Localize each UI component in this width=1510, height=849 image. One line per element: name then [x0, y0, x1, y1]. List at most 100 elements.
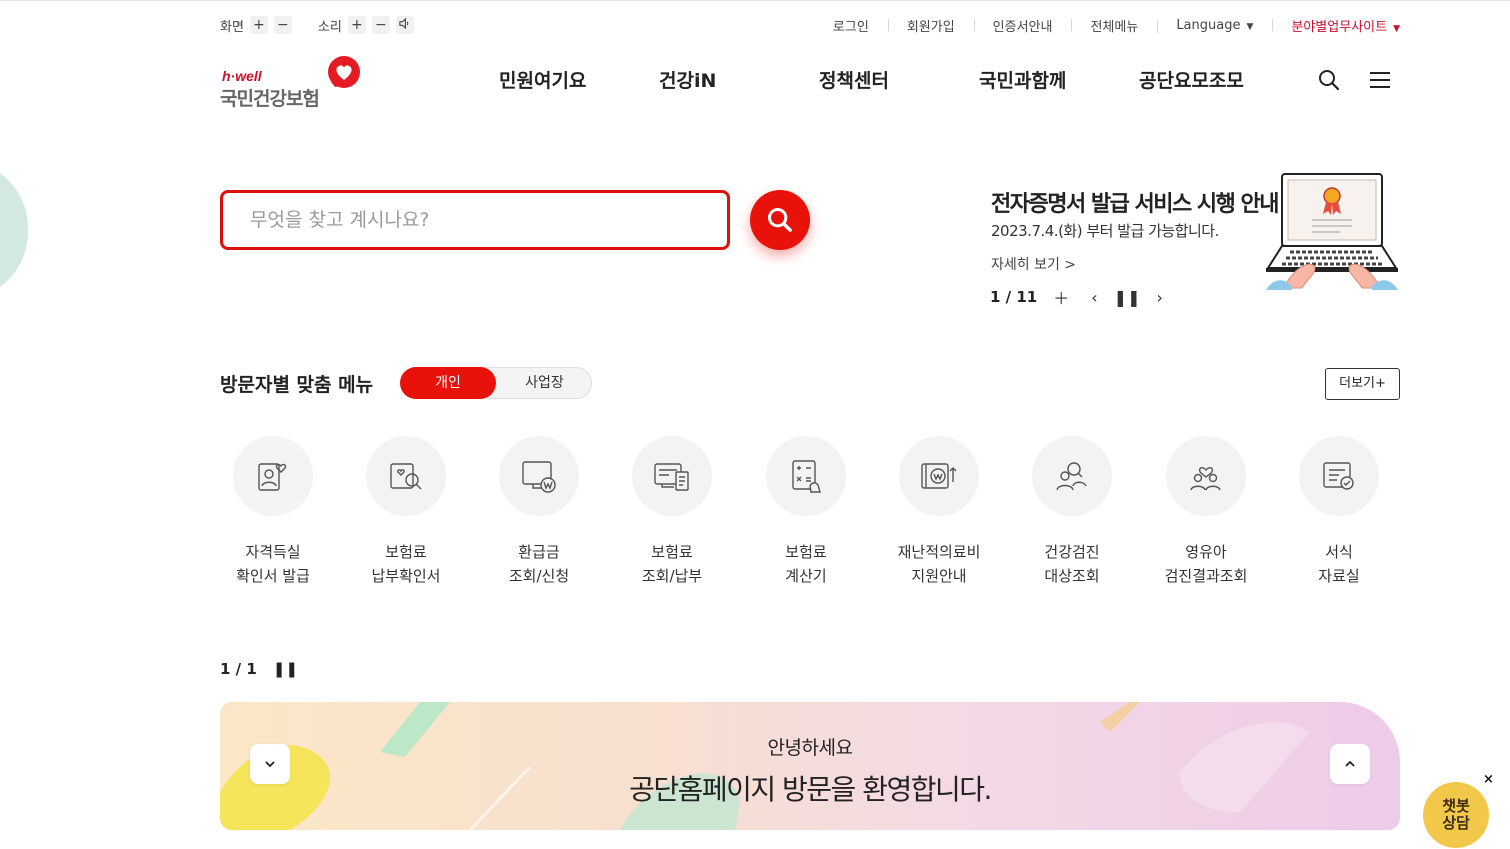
quick-icon-circle	[766, 436, 846, 516]
pause-icon[interactable]: ❚❚	[1114, 288, 1141, 307]
laptop-certificate-illustration	[1266, 173, 1398, 290]
more-button[interactable]: 더보기+	[1325, 368, 1400, 400]
search-box	[220, 190, 730, 250]
chevron-right-icon[interactable]: ›	[1156, 288, 1162, 307]
quick-label: 환급금 조회/신청	[508, 543, 570, 585]
chevron-up-icon	[1345, 760, 1355, 767]
checkup-people-icon	[1056, 462, 1087, 491]
nav-item-together[interactable]: 국민과함께	[979, 66, 1066, 93]
tab-personal[interactable]: 개인	[400, 367, 496, 399]
chevron-down-icon: ▼	[1246, 21, 1254, 32]
quick-label: 건강검진 대상조회	[1044, 543, 1100, 585]
search-button[interactable]	[750, 190, 810, 250]
calculator-icon	[792, 460, 821, 493]
heart-logo-icon	[328, 56, 360, 88]
quick-icon-circle	[1166, 436, 1246, 516]
screen-zoom-control: 화면 + −	[220, 16, 298, 35]
quick-icon-circle	[899, 436, 979, 516]
quick-icon-circle	[632, 436, 712, 516]
quick-menu-item[interactable]: 재난적의료비 지원안내	[886, 436, 992, 588]
signup-link[interactable]: 회원가입	[887, 16, 974, 35]
refund-monitor-icon	[522, 461, 556, 493]
nav-item-health-in[interactable]: 건강iN	[659, 66, 716, 93]
chatbot-label-line1: 챗봇	[1442, 797, 1470, 815]
quick-menu-item[interactable]: 환급금 조회/신청	[486, 436, 592, 588]
field-sites-select[interactable]: 분야별업무사이트 ▼	[1272, 16, 1400, 35]
certificate-person-icon	[258, 463, 287, 491]
quick-label: 재난적의료비 지원안내	[897, 543, 981, 585]
quick-page-count: 1 / 1	[220, 660, 257, 678]
search-input[interactable]	[223, 193, 727, 247]
quick-icon-circle	[233, 436, 313, 516]
quick-icon-circle	[1299, 436, 1379, 516]
search-icon[interactable]	[1317, 68, 1341, 92]
utility-bar: 화면 + − 소리 + − 로그인 회원가입 인증서안내 전체메뉴 Langua…	[220, 14, 1400, 36]
quick-icon-circle	[499, 436, 579, 516]
nav-item-policy[interactable]: 정책센터	[819, 66, 889, 93]
volume-down-button[interactable]: −	[371, 16, 390, 34]
banner-more-link[interactable]: 자세히 보기 >	[991, 254, 1076, 274]
speaker-button[interactable]	[395, 16, 414, 34]
visitor-type-toggle: 개인 사업장	[400, 367, 592, 399]
quick-label: 영유아 검진결과조회	[1164, 543, 1248, 585]
banner-subtitle: 2023.7.4.(화) 부터 발급 가능합니다.	[991, 222, 1219, 240]
infant-checkup-icon	[1190, 466, 1221, 491]
collapse-up-button[interactable]	[1330, 744, 1370, 784]
pause-icon[interactable]: ❚❚	[273, 660, 298, 678]
quick-label: 보험료 계산기	[785, 543, 827, 585]
quick-menu-item[interactable]: 보험료 조회/납부	[619, 436, 725, 588]
chevron-left-icon[interactable]: ‹	[1091, 288, 1097, 307]
welcome-greeting: 안녕하세요	[767, 737, 853, 759]
plus-icon[interactable]: ＋	[1053, 285, 1069, 309]
chevron-down-icon: ▼	[1393, 23, 1400, 34]
payment-document-icon	[654, 463, 689, 491]
chatbot-button[interactable]: 챗봇 상담	[1423, 782, 1489, 848]
hamburger-menu-icon[interactable]	[1368, 68, 1392, 92]
quick-menu-item[interactable]: 영유아 검진결과조회	[1153, 436, 1259, 588]
decorative-blobs	[220, 702, 1310, 830]
accessibility-controls: 화면 + − 소리 + −	[220, 16, 440, 35]
receipt-search-icon	[390, 463, 422, 490]
chatbot-close-button[interactable]: ×	[1483, 772, 1494, 787]
site-logo[interactable]: h·well 국민건강보험	[220, 56, 365, 110]
quick-label: 보험료 조회/납부	[641, 543, 703, 585]
screen-label: 화면	[220, 19, 244, 35]
quick-label: 서식 자료실	[1318, 543, 1360, 585]
banner-title: 전자증명서 발급 서비스 시행 안내	[991, 192, 1280, 217]
quick-menu-item[interactable]: 보험료 계산기	[753, 436, 859, 588]
sound-control: 소리 + −	[318, 16, 420, 35]
certificate-guide-link[interactable]: 인증서안내	[973, 16, 1072, 35]
visitor-menu-title: 방문자별 맞춤 메뉴	[220, 374, 374, 396]
speaker-icon	[399, 17, 409, 30]
tab-business[interactable]: 사업장	[497, 368, 592, 398]
quick-menu-item[interactable]: 서식 자료실	[1286, 436, 1392, 588]
banner-page-count: 1 / 11	[990, 288, 1038, 306]
top-border	[0, 0, 1510, 1]
medical-cost-icon	[921, 463, 957, 489]
zoom-in-button[interactable]: +	[249, 16, 268, 34]
chevron-down-icon	[265, 761, 275, 768]
volume-up-button[interactable]: +	[347, 16, 366, 34]
quick-label: 자격득실 확인서 발급	[236, 543, 310, 585]
nav-item-about[interactable]: 공단요모조모	[1139, 66, 1244, 93]
quick-menu-item[interactable]: 자격득실 확인서 발급	[220, 436, 326, 588]
sound-label: 소리	[317, 19, 342, 35]
logo-tagline: h·well	[222, 68, 262, 84]
form-library-icon	[1323, 462, 1354, 490]
zoom-out-button[interactable]: −	[273, 16, 292, 34]
quick-menu-item[interactable]: 보험료 납부확인서	[353, 436, 459, 588]
utility-links: 로그인 회원가입 인증서안내 전체메뉴 Language ▼ 분야별업무사이트 ▼	[814, 16, 1400, 35]
welcome-message: 공단홈페이지 방문을 환영합니다.	[629, 773, 992, 806]
quick-menu-item[interactable]: 건강검진 대상조회	[1019, 436, 1125, 588]
all-menu-link[interactable]: 전체메뉴	[1071, 16, 1157, 35]
quick-icon-circle	[366, 436, 446, 516]
language-label: Language	[1176, 17, 1241, 33]
quick-label: 보험료 납부확인서	[371, 543, 441, 585]
nav-item-civil[interactable]: 민원여기요	[499, 66, 586, 93]
logo-name: 국민건강보험	[220, 88, 320, 110]
login-link[interactable]: 로그인	[814, 16, 888, 35]
collapse-down-button[interactable]	[250, 744, 290, 784]
language-select[interactable]: Language ▼	[1157, 18, 1272, 33]
welcome-banner: 안녕하세요 공단홈페이지 방문을 환영합니다.	[220, 702, 1400, 830]
quick-icon-circle	[1032, 436, 1112, 516]
